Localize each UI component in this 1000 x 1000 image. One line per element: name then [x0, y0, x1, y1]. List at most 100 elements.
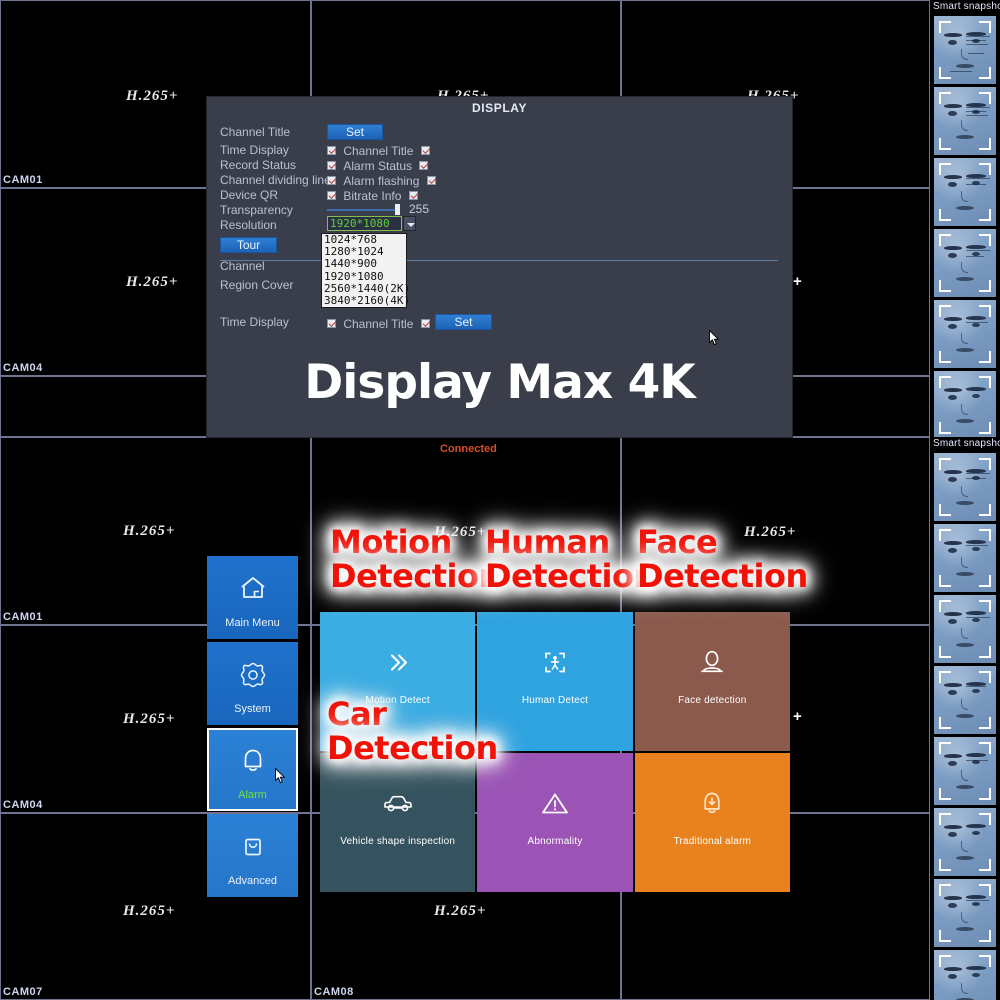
codec-badge: H.265+: [434, 903, 487, 919]
checkbox-label-bottom-channel-title: Channel Title: [343, 316, 414, 331]
checkbox-bitrate-info-right[interactable]: [408, 191, 418, 201]
face-snapshot-thumb[interactable]: [934, 879, 996, 947]
tile-vehicle-shape-inspection[interactable]: Vehicle shape inspection: [320, 753, 476, 892]
smart-snapshot-rail-bottom: Smart snapshot: [930, 437, 1000, 1000]
label-device-qr: Device QR: [220, 188, 279, 202]
connection-status: Connected: [440, 443, 497, 455]
sidebar-item-label: System: [234, 703, 271, 715]
sidebar-item-label: Advanced: [228, 875, 277, 887]
tile-face-detection[interactable]: Face detection: [634, 612, 790, 751]
resolution-option[interactable]: 1440*900: [322, 258, 406, 270]
sidebar-item-label: Main Menu: [225, 617, 280, 629]
tile-label: Face detection: [678, 695, 747, 707]
codec-badge: H.265+: [123, 711, 176, 727]
dialog-divider: [220, 260, 778, 261]
resolution-option[interactable]: 1920*1080: [322, 270, 406, 283]
label-record-status: Record Status: [220, 158, 297, 172]
face-snapshot-thumb[interactable]: [934, 595, 996, 663]
dialog-title: DISPLAY: [471, 101, 528, 115]
codec-badge: H.265+: [126, 88, 179, 104]
slider-track: [327, 209, 399, 211]
annotation-face-detection: Face Detection: [637, 523, 808, 596]
checkbox-bottom-channel-title-right[interactable]: [420, 319, 430, 329]
checkbox-alarm-status-right[interactable]: [419, 161, 429, 171]
toolbox-icon: [207, 832, 298, 865]
label-channel: Channel: [220, 259, 265, 273]
annotation-motion-detection: Motion Detection: [330, 523, 501, 596]
nvr-screen: H.265+ CAM01 H.265+ H.265+ H.265+ CAM04 …: [0, 0, 1000, 1000]
face-snapshot-thumb[interactable]: [934, 158, 996, 226]
tile-abnormality[interactable]: Abnormality: [477, 753, 633, 892]
label-channel-title: Channel Title: [220, 125, 291, 139]
resolution-dropdown-list[interactable]: 1024*768 1280*1024 1440*900 1920*1080 25…: [321, 233, 410, 309]
form-row-region-cover: Region Cover: [220, 278, 780, 315]
face-snapshot-thumb[interactable]: [934, 453, 996, 521]
annotation-human-detection: Human Detection: [485, 523, 656, 596]
face-snapshot-thumb[interactable]: [934, 950, 996, 1000]
home-icon: [207, 574, 298, 605]
display-dialog[interactable]: DISPLAY Channel Title Set Time Display C…: [206, 96, 793, 438]
form-row-channel-dividing-line: Channel dividing line Alarm flashing: [220, 173, 780, 188]
checkbox-label-alarm-status: Alarm Status: [343, 158, 413, 173]
face-snapshot-thumb[interactable]: [934, 524, 996, 592]
form-row-time-display-bottom: Time Display Channel Title Set: [220, 314, 780, 333]
tile-label: Human Detect: [521, 695, 589, 707]
set-button-bottom[interactable]: Set: [435, 314, 492, 330]
checkbox-alarm-status-left[interactable]: [327, 161, 336, 171]
tile-traditional-alarm[interactable]: Traditional alarm: [634, 753, 790, 892]
tile-label: Vehicle shape inspection: [340, 836, 456, 848]
face-snapshot-thumb[interactable]: [934, 737, 996, 805]
form-row-tour: Tour: [220, 237, 780, 259]
checkbox-alarm-flashing-left[interactable]: [327, 176, 336, 186]
bell-down-icon: [635, 789, 790, 822]
form-row-channel: Channel: [220, 259, 780, 278]
snapshot-thumb-list: [930, 453, 1000, 1000]
mouse-cursor-dialog: [709, 330, 720, 346]
face-snapshot-thumb[interactable]: [934, 87, 996, 155]
resolution-option[interactable]: 3840*2160(4K): [322, 294, 410, 307]
form-row-channel-title: Channel Title Set: [220, 124, 780, 143]
camera-label: CAM07: [3, 986, 43, 998]
label-resolution: Resolution: [220, 218, 277, 232]
grid-plus-marker[interactable]: +: [793, 709, 802, 724]
chevron-down-icon[interactable]: [403, 216, 416, 231]
sidebar-item-system[interactable]: System: [207, 642, 298, 725]
resolution-combo-value[interactable]: 1920*1080: [327, 216, 402, 231]
alarm-sidebar: Main Menu System Alarm Advanced: [207, 556, 298, 900]
camera-label: CAM04: [3, 799, 43, 811]
car-icon: [320, 792, 475, 819]
checkbox-alarm-flashing-right[interactable]: [426, 176, 436, 186]
label-time-display: Time Display: [220, 143, 289, 157]
dialog-body: Channel Title Set Time Display Channel T…: [220, 124, 780, 333]
tour-button[interactable]: Tour: [220, 237, 277, 253]
checkbox-channel-title-left[interactable]: [327, 146, 336, 156]
slider-knob[interactable]: [395, 204, 400, 215]
sidebar-item-alarm[interactable]: Alarm: [207, 728, 298, 811]
sidebar-item-main-menu[interactable]: Main Menu: [207, 556, 298, 639]
form-row-resolution: Resolution 1920*1080: [220, 216, 780, 237]
smart-snapshot-rail-top: Smart snapshot: [930, 0, 1000, 437]
face-snapshot-thumb[interactable]: [934, 229, 996, 297]
tile-human-detect[interactable]: Human Detect: [477, 612, 633, 751]
face-snapshot-thumb[interactable]: [934, 808, 996, 876]
grid-plus-marker[interactable]: +: [793, 274, 802, 289]
checkbox-label-channel-title: Channel Title: [343, 143, 414, 158]
checkbox-label-alarm-flashing: Alarm flashing: [343, 173, 420, 188]
display-max-banner: Display Max 4K: [304, 355, 695, 410]
checkbox-bitrate-info-left[interactable]: [327, 191, 336, 201]
codec-badge: H.265+: [123, 903, 176, 919]
face-snapshot-thumb[interactable]: [934, 371, 996, 437]
codec-badge: H.265+: [126, 274, 179, 290]
face-snapshot-thumb[interactable]: [934, 300, 996, 368]
form-row-device-qr: Device QR Bitrate Info: [220, 188, 780, 203]
chevrons-right-icon: [320, 651, 475, 678]
checkbox-bottom-channel-title-left[interactable]: [327, 319, 336, 329]
label-time-display-bottom: Time Display: [220, 315, 289, 329]
codec-badge: H.265+: [123, 523, 176, 539]
form-row-transparency: Transparency 255: [220, 202, 780, 218]
set-button[interactable]: Set: [327, 124, 383, 140]
face-snapshot-thumb[interactable]: [934, 16, 996, 84]
checkbox-channel-title-right[interactable]: [420, 146, 430, 156]
sidebar-item-advanced[interactable]: Advanced: [207, 814, 298, 897]
face-snapshot-thumb[interactable]: [934, 666, 996, 734]
